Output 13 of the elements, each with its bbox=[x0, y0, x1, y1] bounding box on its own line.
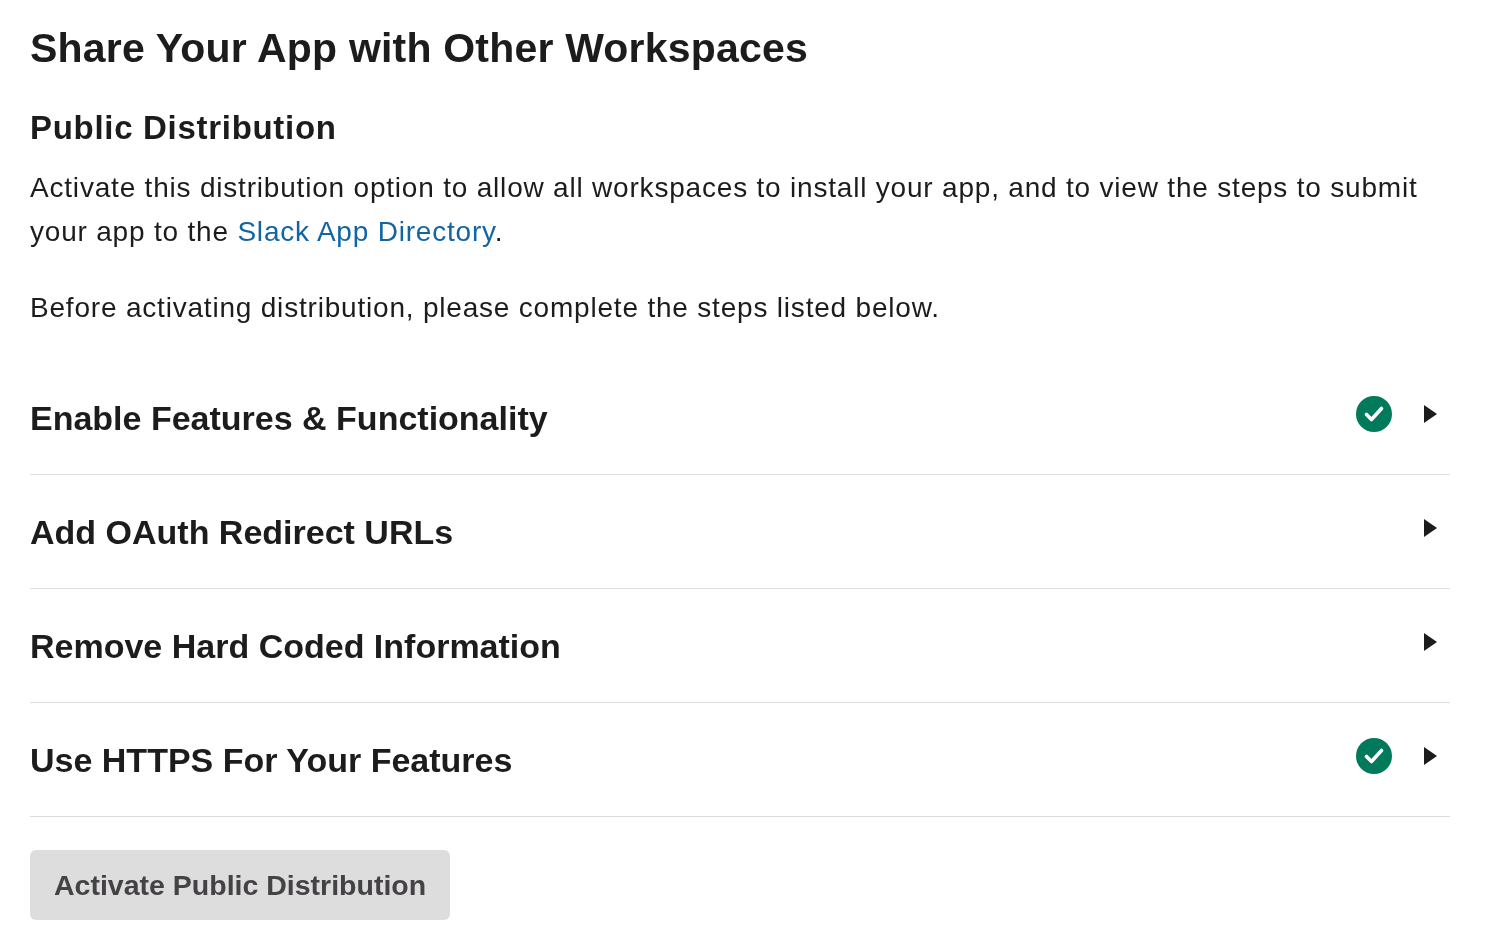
caret-icon[interactable] bbox=[1424, 747, 1437, 765]
caret-icon[interactable] bbox=[1424, 633, 1437, 651]
step-title[interactable]: Use HTTPS For Your Features bbox=[30, 739, 513, 780]
section-heading: Public Distribution bbox=[30, 109, 338, 147]
description-text: Activate this distribution option to allow all workspaces to install your app, and to view the steps to submit your app to the Slack App Directory. bbox=[30, 171, 1419, 249]
caret-icon[interactable] bbox=[1424, 405, 1437, 423]
page-title: Share Your App with Other Workspaces bbox=[30, 25, 810, 71]
step-title[interactable]: Enable Features & Functionality bbox=[30, 397, 548, 438]
instruction-text: Before activating distribution, please complete the steps listed below. bbox=[30, 291, 941, 325]
step-title[interactable]: Remove Hard Coded Information bbox=[30, 625, 561, 666]
caret-icon[interactable] bbox=[1424, 519, 1437, 537]
directory-link[interactable]: Slack App Directory bbox=[237, 216, 495, 247]
step-title[interactable]: Add OAuth Redirect URLs bbox=[30, 511, 454, 552]
